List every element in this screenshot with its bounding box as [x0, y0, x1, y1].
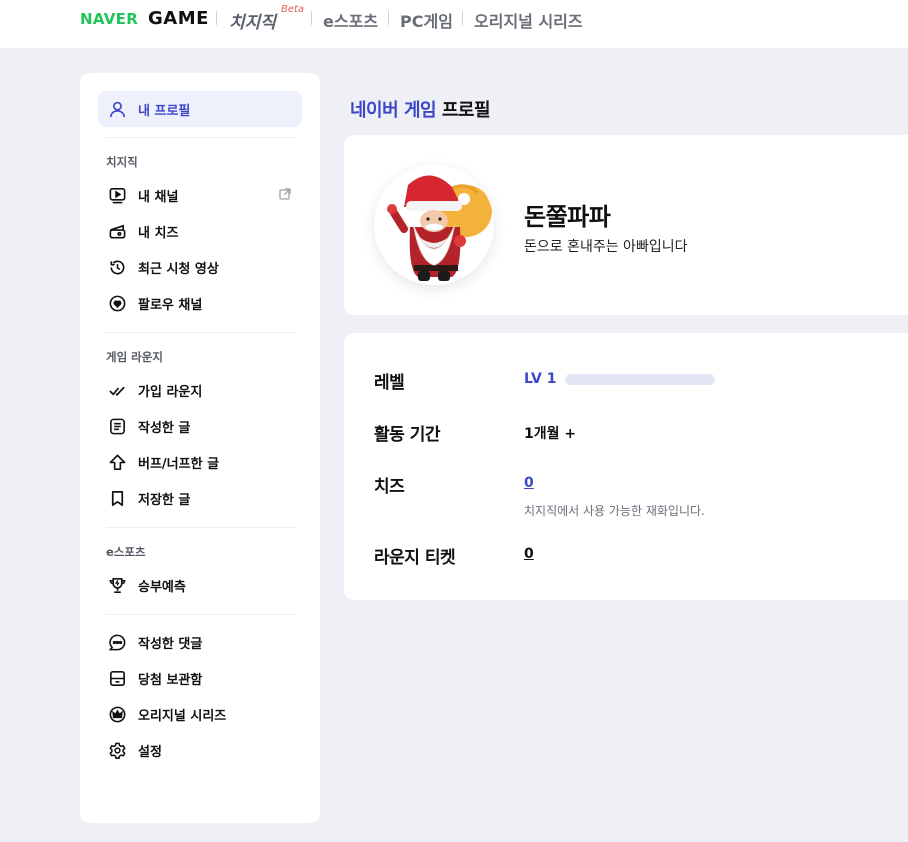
santa-avatar-image	[374, 165, 494, 285]
cheese-icon	[107, 221, 127, 241]
page-title: 네이버 게임 프로필	[350, 96, 491, 122]
sidebar-item-buff-nerf-posts[interactable]: 버프/너프한 글	[98, 444, 302, 480]
sidebar-item-label: 작성한 댓글	[138, 636, 203, 652]
section-heading-lounge: 게임 라운지	[106, 350, 163, 364]
arrow-up-icon	[107, 452, 127, 472]
sidebar-item-label: 내 채널	[138, 189, 179, 205]
video-channel-icon	[107, 185, 127, 205]
divider	[216, 11, 217, 25]
sidebar-item-label: 저장한 글	[138, 492, 191, 508]
sidebar: 내 프로필 치지직 내 채널 내 치즈 최근 시청 영상 팔로우 채널 게임 라…	[80, 73, 320, 823]
sidebar-item-label: 내 프로필	[138, 103, 191, 119]
sidebar-item-follow-channels[interactable]: 팔로우 채널	[98, 285, 302, 321]
beta-badge: Beta	[281, 4, 305, 15]
activity-period-label: 활동 기간	[374, 425, 440, 445]
bookmark-icon	[107, 488, 127, 508]
top-navigation-bar: NAVER GAME 치지직 Beta e스포츠 PC게임 오리지널 시리즈	[0, 0, 908, 48]
nav-pc-games-link[interactable]: PC게임	[400, 8, 453, 32]
divider	[106, 332, 296, 333]
cheese-label: 치즈	[374, 477, 405, 497]
sidebar-item-prize-box[interactable]: 당첨 보관함	[98, 660, 302, 696]
level-label: 레벨	[374, 373, 405, 393]
lounge-ticket-label: 라운지 티켓	[374, 548, 456, 568]
double-check-icon	[107, 380, 127, 400]
sidebar-item-my-cheese[interactable]: 내 치즈	[98, 213, 302, 249]
sidebar-item-label: 오리지널 시리즈	[138, 708, 227, 724]
level-progress-bar	[565, 374, 715, 385]
sidebar-item-my-posts[interactable]: 작성한 글	[98, 408, 302, 444]
profile-nickname: 돈쭐파파	[524, 203, 611, 231]
lounge-ticket-value-link[interactable]: 0	[524, 546, 534, 562]
lounge-ticket-value-wrapper: 0	[524, 546, 534, 562]
sidebar-item-label: 당첨 보관함	[138, 672, 203, 688]
divider	[106, 137, 296, 138]
page-title-brand: 네이버 게임	[350, 100, 437, 121]
person-icon	[107, 99, 127, 119]
archive-box-icon	[107, 668, 127, 688]
naver-logo[interactable]: NAVER	[80, 10, 138, 28]
crown-circle-icon	[107, 704, 127, 724]
sidebar-item-my-comments[interactable]: 작성한 댓글	[98, 624, 302, 660]
sidebar-item-recent-videos[interactable]: 최근 시청 영상	[98, 249, 302, 285]
sidebar-item-match-prediction[interactable]: 승부예측	[98, 567, 302, 603]
sidebar-item-label: 버프/너프한 글	[138, 456, 220, 472]
sidebar-item-saved-posts[interactable]: 저장한 글	[98, 480, 302, 516]
sidebar-item-original-series[interactable]: 오리지널 시리즈	[98, 696, 302, 732]
sidebar-item-label: 승부예측	[138, 579, 186, 595]
level-value: LV 1	[524, 371, 557, 387]
activity-period-value: 1개월 +	[524, 426, 577, 442]
cheese-value-wrapper: 0	[524, 475, 534, 491]
history-icon	[107, 257, 127, 277]
nav-original-series-link[interactable]: 오리지널 시리즈	[474, 8, 583, 32]
heart-circle-icon	[107, 293, 127, 313]
sidebar-item-label: 작성한 글	[138, 420, 191, 436]
sidebar-item-my-profile[interactable]: 내 프로필	[98, 91, 302, 127]
section-heading-esports: e스포츠	[106, 545, 146, 559]
sidebar-item-joined-lounge[interactable]: 가입 라운지	[98, 372, 302, 408]
nav-esports-link[interactable]: e스포츠	[323, 8, 378, 32]
cheese-note: 치지직에서 사용 가능한 재화입니다.	[524, 504, 705, 518]
sidebar-item-label: 설정	[138, 744, 162, 760]
document-icon	[107, 416, 127, 436]
profile-info-card: 레벨 LV 1 활동 기간 1개월 + 치즈 0 치지직에서 사용 가능한 재화…	[344, 333, 908, 600]
profile-card: 돈쭐파파 돈으로 혼내주는 아빠입니다	[344, 135, 908, 315]
section-heading-chzzk: 치지직	[106, 155, 138, 169]
trophy-icon	[107, 575, 127, 595]
gear-icon	[107, 740, 127, 760]
cheese-value-link[interactable]: 0	[524, 475, 534, 491]
sidebar-item-label: 내 치즈	[138, 225, 179, 241]
external-link-icon	[279, 188, 291, 200]
sidebar-item-label: 가입 라운지	[138, 384, 203, 400]
chzzk-logo[interactable]: 치지직	[229, 8, 276, 33]
divider	[311, 11, 312, 25]
page-title-text: 프로필	[441, 100, 491, 121]
divider	[106, 614, 296, 615]
sidebar-item-settings[interactable]: 설정	[98, 732, 302, 768]
profile-bio: 돈으로 혼내주는 아빠입니다	[524, 239, 688, 255]
sidebar-item-label: 최근 시청 영상	[138, 261, 219, 277]
game-logo[interactable]: GAME	[148, 8, 209, 29]
sidebar-item-label: 팔로우 채널	[138, 297, 203, 313]
sidebar-item-my-channel[interactable]: 내 채널	[98, 177, 302, 213]
comment-icon	[107, 632, 127, 652]
divider	[388, 11, 389, 25]
avatar[interactable]	[374, 165, 494, 285]
divider	[462, 11, 463, 25]
divider	[106, 527, 296, 528]
